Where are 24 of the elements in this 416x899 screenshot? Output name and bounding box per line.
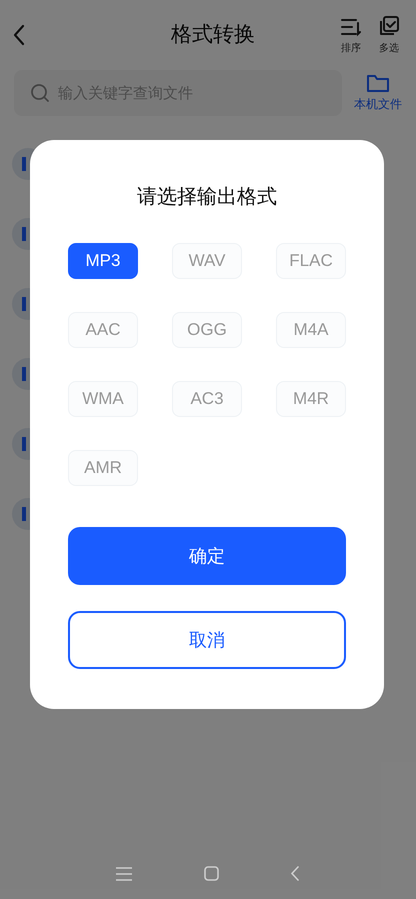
format-option[interactable]: FLAC <box>276 243 346 279</box>
format-option[interactable]: MP3 <box>68 243 138 279</box>
page-title: 格式转换 <box>170 22 256 48</box>
format-option[interactable]: WAV <box>172 243 242 279</box>
sort-icon <box>340 16 362 36</box>
confirm-button[interactable]: 确定 <box>68 527 346 585</box>
home-icon[interactable] <box>204 866 219 881</box>
format-option[interactable]: OGG <box>172 312 242 348</box>
dialog-title: 请选择输出格式 <box>137 185 277 210</box>
search-icon <box>30 83 50 103</box>
sort-button[interactable]: 排序 <box>340 16 362 56</box>
format-option[interactable]: AC3 <box>172 381 242 417</box>
format-option[interactable]: AAC <box>68 312 138 348</box>
back-icon[interactable] <box>12 24 26 46</box>
folder-icon <box>366 73 390 93</box>
menu-icon[interactable] <box>116 866 132 880</box>
multi-select-button[interactable]: 多选 <box>378 14 400 56</box>
checkbox-stack-icon <box>378 14 400 36</box>
format-option[interactable]: AMR <box>68 450 138 486</box>
format-option[interactable]: WMA <box>68 381 138 417</box>
cancel-button[interactable]: 取消 <box>68 611 346 669</box>
format-option[interactable]: M4A <box>276 312 346 348</box>
format-option[interactable]: M4R <box>276 381 346 417</box>
local-files-button[interactable]: 本机文件 <box>354 73 402 113</box>
